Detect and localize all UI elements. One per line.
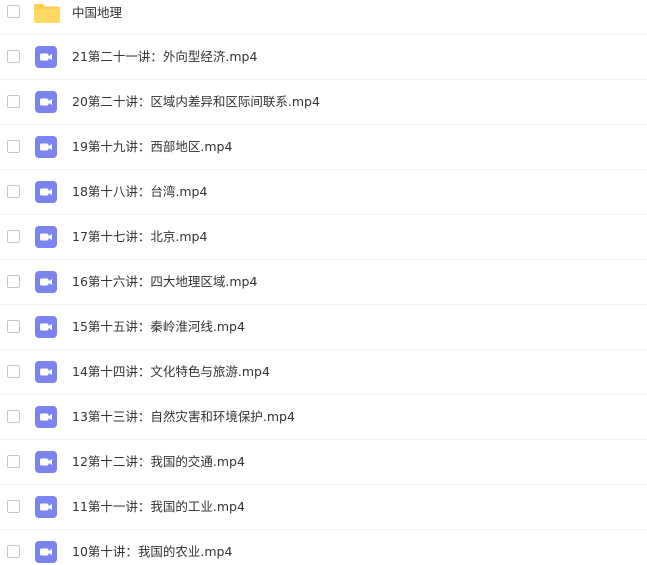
row-checkbox[interactable]	[7, 365, 20, 378]
row-checkbox[interactable]	[7, 500, 20, 513]
file-row[interactable]: 16第十六讲：四大地理区域.mp4	[0, 260, 647, 305]
file-name: 18第十八讲：台湾.mp4	[72, 184, 208, 199]
file-name: 17第十七讲：北京.mp4	[72, 229, 208, 244]
file-list: 中国地理 21第二十一讲：外向型经济.mp4 20第二十讲：区域内差异和区际间联…	[0, 0, 647, 565]
file-name: 11第十一讲：我国的工业.mp4	[72, 499, 245, 514]
video-file-icon	[35, 316, 57, 338]
file-row[interactable]: 11第十一讲：我国的工业.mp4	[0, 485, 647, 530]
row-checkbox[interactable]	[7, 185, 20, 198]
video-file-icon	[35, 271, 57, 293]
video-file-icon	[35, 406, 57, 428]
row-checkbox[interactable]	[7, 95, 20, 108]
row-checkbox[interactable]	[7, 140, 20, 153]
row-checkbox[interactable]	[7, 545, 20, 558]
file-name: 10第十讲：我国的农业.mp4	[72, 544, 233, 559]
file-row[interactable]: 14第十四讲：文化特色与旅游.mp4	[0, 350, 647, 395]
video-file-icon	[35, 451, 57, 473]
file-row[interactable]: 12第十二讲：我国的交通.mp4	[0, 440, 647, 485]
video-file-icon	[35, 226, 57, 248]
folder-row[interactable]: 中国地理	[0, 0, 647, 35]
file-row[interactable]: 17第十七讲：北京.mp4	[0, 215, 647, 260]
file-row[interactable]: 21第二十一讲：外向型经济.mp4	[0, 35, 647, 80]
file-name: 20第二十讲：区域内差异和区际间联系.mp4	[72, 94, 320, 109]
row-checkbox[interactable]	[7, 320, 20, 333]
video-file-icon	[35, 46, 57, 68]
file-name: 13第十三讲：自然灾害和环境保护.mp4	[72, 409, 295, 424]
row-checkbox[interactable]	[7, 5, 20, 18]
file-row[interactable]: 13第十三讲：自然灾害和环境保护.mp4	[0, 395, 647, 440]
file-row[interactable]: 20第二十讲：区域内差异和区际间联系.mp4	[0, 80, 647, 125]
file-name: 21第二十一讲：外向型经济.mp4	[72, 49, 258, 64]
video-file-icon	[35, 181, 57, 203]
video-file-icon	[35, 361, 57, 383]
file-name: 14第十四讲：文化特色与旅游.mp4	[72, 364, 270, 379]
video-file-icon	[35, 136, 57, 158]
file-name: 12第十二讲：我国的交通.mp4	[72, 454, 245, 469]
row-checkbox[interactable]	[7, 50, 20, 63]
video-file-icon	[35, 496, 57, 518]
file-name: 19第十九讲：西部地区.mp4	[72, 139, 233, 154]
row-checkbox[interactable]	[7, 275, 20, 288]
file-row[interactable]: 18第十八讲：台湾.mp4	[0, 170, 647, 215]
video-file-icon	[35, 91, 57, 113]
file-row[interactable]: 15第十五讲：秦岭淮河线.mp4	[0, 305, 647, 350]
row-checkbox[interactable]	[7, 455, 20, 468]
file-name: 16第十六讲：四大地理区域.mp4	[72, 274, 258, 289]
file-row[interactable]: 19第十九讲：西部地区.mp4	[0, 125, 647, 170]
video-file-icon	[35, 541, 57, 563]
file-row[interactable]: 10第十讲：我国的农业.mp4	[0, 530, 647, 565]
folder-icon	[34, 4, 60, 23]
row-checkbox[interactable]	[7, 230, 20, 243]
file-name: 15第十五讲：秦岭淮河线.mp4	[72, 319, 245, 334]
row-checkbox[interactable]	[7, 410, 20, 423]
folder-name: 中国地理	[72, 5, 123, 20]
